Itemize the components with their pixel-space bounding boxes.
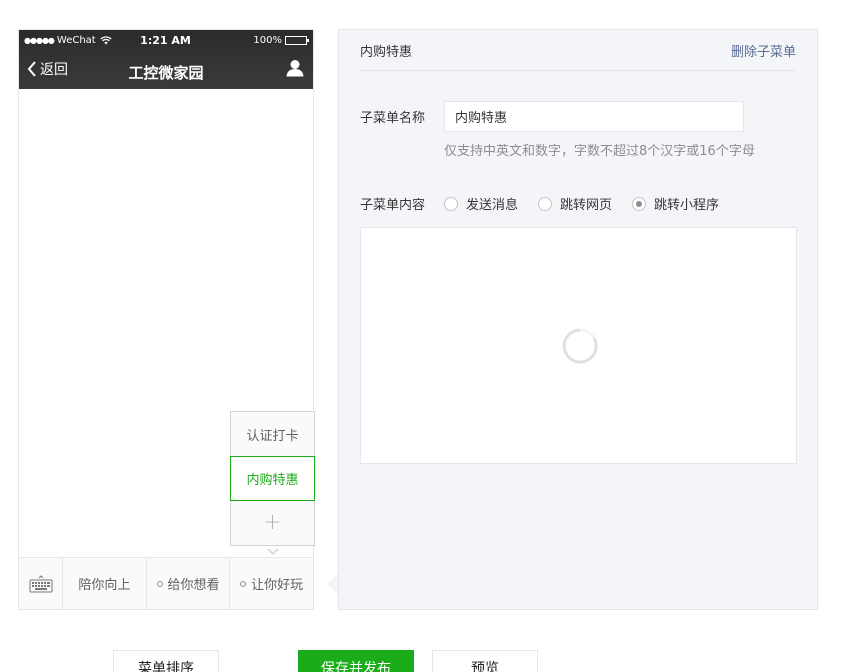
status-bar: ●●●●● WeChat 1:21 AM 100%: [24, 33, 309, 47]
panel-title: 内购特惠: [360, 44, 413, 60]
menu-item-2[interactable]: 给你想看: [147, 558, 231, 609]
radio-label: 跳转网页: [560, 198, 613, 213]
name-row: 子菜单名称: [360, 101, 744, 132]
submenu-editor-panel: 内购特惠 删除子菜单 子菜单名称 仅支持中英文和数字，字数不超过8个汉字或16个…: [338, 29, 818, 610]
radio-label: 跳转小程序: [654, 198, 720, 213]
submenu-dot-icon: [156, 580, 163, 587]
menu-item-3[interactable]: 让你好玩: [230, 558, 313, 609]
battery-icon: [285, 35, 309, 45]
phone-preview: ●●●●● WeChat 1:21 AM 100% 返回 工控微家园 认证打卡 …: [18, 29, 315, 610]
content-label: 子菜单内容: [360, 198, 426, 213]
radio-send-message[interactable]: 发送消息: [444, 194, 518, 213]
name-label: 子菜单名称: [360, 111, 426, 126]
user-icon[interactable]: [286, 59, 304, 77]
keyboard-toggle[interactable]: [19, 558, 63, 609]
account-title: 工控微家园: [128, 64, 204, 82]
battery-percent: 100%: [253, 34, 282, 46]
radio-label: 发送消息: [466, 198, 519, 213]
menu-editor-page: ●●●●● WeChat 1:21 AM 100% 返回 工控微家园 认证打卡 …: [0, 0, 854, 672]
save-publish-button[interactable]: 保存并发布: [298, 650, 414, 672]
panel-header: 内购特惠 删除子菜单: [360, 30, 796, 71]
back-label: 返回: [40, 62, 68, 78]
submenu-dot-icon: [240, 580, 247, 587]
preview-button[interactable]: 预览: [432, 650, 538, 672]
battery-status: 100%: [253, 34, 309, 46]
radio-circle[interactable]: [444, 196, 458, 211]
status-time: 1:21 AM: [140, 33, 191, 47]
menu-item-label: 让你好玩: [251, 578, 304, 593]
radio-open-webpage[interactable]: 跳转网页: [538, 194, 612, 213]
carrier-name: WeChat: [56, 34, 96, 46]
custom-menu-bar: 陪你向上 给你想看 让你好玩: [19, 557, 313, 609]
submenu-popup: 认证打卡 内购特惠 +: [230, 411, 315, 546]
chevron-left-icon: [27, 61, 36, 77]
menu-item-label: 陪你向上: [78, 578, 131, 593]
radio-circle-checked[interactable]: [632, 196, 647, 211]
radio-mini-program[interactable]: 跳转小程序: [632, 194, 719, 213]
name-hint: 仅支持中英文和数字，字数不超过8个汉字或16个字母: [444, 144, 755, 159]
content-type-row: 子菜单内容 发送消息 跳转网页 跳转小程序: [360, 194, 739, 213]
submenu-name-input[interactable]: [444, 101, 744, 132]
radio-circle[interactable]: [538, 196, 553, 211]
sort-menu-button[interactable]: 菜单排序: [113, 650, 219, 672]
menu-item-1[interactable]: 陪你向上: [63, 558, 147, 609]
signal-icon: ●●●●●: [24, 35, 55, 45]
back-button[interactable]: 返回: [27, 59, 68, 79]
menu-item-label: 给你想看: [167, 578, 220, 593]
submenu-arrow: [267, 548, 279, 555]
submenu-item-checkin[interactable]: 认证打卡: [231, 412, 314, 457]
loading-spinner-icon: [562, 328, 598, 364]
nav-bar: 返回 工控微家园: [19, 54, 313, 84]
content-area: [360, 227, 797, 464]
delete-submenu-link[interactable]: 删除子菜单: [731, 41, 796, 60]
wifi-icon: [100, 35, 112, 44]
phone-header: ●●●●● WeChat 1:21 AM 100% 返回 工控微家园: [19, 30, 313, 89]
submenu-item-selected[interactable]: 内购特惠: [230, 456, 315, 501]
add-submenu-button[interactable]: +: [231, 500, 314, 545]
keyboard-icon: [29, 574, 52, 592]
